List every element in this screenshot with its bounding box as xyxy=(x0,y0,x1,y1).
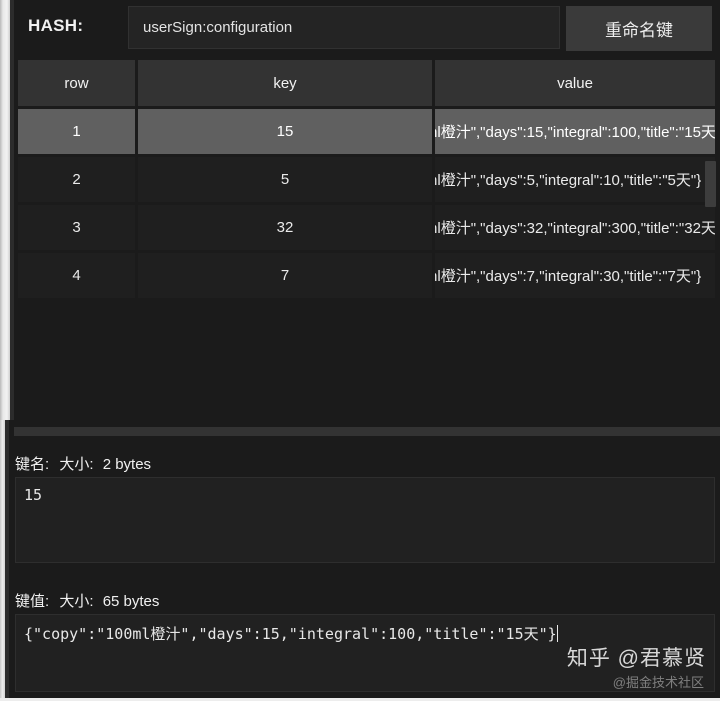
key-name-input[interactable]: userSign:configuration xyxy=(128,6,560,49)
table-header-row: row key value xyxy=(18,60,718,106)
value-column-vertical-scrollbar[interactable] xyxy=(705,161,716,207)
cell-row-number: 3 xyxy=(18,205,138,250)
hash-key-bar: HASH: userSign:configuration 重命名键 xyxy=(14,0,720,56)
cell-field-value-text: {"copy":"100ml橙汁","days":32,"integral":3… xyxy=(435,220,715,237)
cell-field-key: 32 xyxy=(138,205,435,250)
table-body: 115{"copy":"100ml橙汁","days":15,"integral… xyxy=(18,109,718,298)
cell-row-number: 1 xyxy=(18,109,138,154)
table-row[interactable]: 25{"copy":"100ml橙汁","days":5,"integral":… xyxy=(18,157,718,202)
cell-field-value-clip: {"copy":"100ml橙汁","days":5,"integral":10… xyxy=(435,157,715,202)
key-value-detail-label-text: 键值: xyxy=(15,593,50,610)
cell-field-value: {"copy":"100ml橙汁","days":32,"integral":3… xyxy=(435,205,715,250)
cell-field-value-text: {"copy":"100ml橙汁","days":15,"integral":1… xyxy=(435,124,715,141)
key-value-size-value: 65 bytes xyxy=(102,593,160,610)
table-row[interactable]: 332{"copy":"100ml橙汁","days":32,"integral… xyxy=(18,205,718,250)
table-row[interactable]: 115{"copy":"100ml橙汁","days":15,"integral… xyxy=(18,109,718,154)
cell-field-value-clip: {"copy":"100ml橙汁","days":7,"integral":30… xyxy=(435,253,715,298)
cell-field-key: 15 xyxy=(138,109,435,154)
text-caret xyxy=(556,625,558,642)
cell-field-value-clip: {"copy":"100ml橙汁","days":15,"integral":1… xyxy=(435,109,715,154)
key-name-input-value: userSign:configuration xyxy=(143,19,293,36)
key-name-size-value: 2 bytes xyxy=(102,456,152,473)
column-header-key[interactable]: key xyxy=(138,60,435,106)
key-value-editor-content: {"copy":"100ml橙汁","days":15,"integral":1… xyxy=(24,625,557,643)
hash-fields-table: row key value 115{"copy":"100ml橙汁","days… xyxy=(18,60,718,412)
cell-field-key: 7 xyxy=(138,253,435,298)
key-name-editor[interactable]: 15 xyxy=(15,477,715,563)
key-name-detail-label-text: 键名: xyxy=(15,456,50,473)
key-value-size-label: 大小: xyxy=(59,593,94,610)
horizontal-scrollbar-track[interactable] xyxy=(14,427,720,436)
key-value-editor[interactable]: {"copy":"100ml橙汁","days":15,"integral":1… xyxy=(15,614,715,692)
key-name-size-label: 大小: xyxy=(59,456,94,473)
cell-field-value: {"copy":"100ml橙汁","days":7,"integral":30… xyxy=(435,253,715,298)
rename-key-button[interactable]: 重命名键 xyxy=(566,6,712,51)
cell-row-number: 2 xyxy=(18,157,138,202)
cell-field-value-clip: {"copy":"100ml橙汁","days":32,"integral":3… xyxy=(435,205,715,250)
cell-field-key: 5 xyxy=(138,157,435,202)
cell-row-number: 4 xyxy=(18,253,138,298)
hash-type-label: HASH: xyxy=(28,16,84,35)
redis-client-window: HASH: userSign:configuration 重命名键 row ke… xyxy=(0,0,720,701)
key-value-editor-line: {"copy":"100ml橙汁","days":15,"integral":1… xyxy=(16,615,714,644)
cell-field-value-text: {"copy":"100ml橙汁","days":7,"integral":30… xyxy=(435,268,702,285)
cell-field-value: {"copy":"100ml橙汁","days":5,"integral":10… xyxy=(435,157,715,202)
key-value-detail-label: 键值: 大小: 65 bytes xyxy=(15,590,159,611)
column-header-row[interactable]: row xyxy=(18,60,138,106)
key-name-detail-label: 键名: 大小: 2 bytes xyxy=(15,453,151,474)
field-detail-pane: 键名: 大小: 2 bytes 15 键值: 大小: 65 bytes {"co… xyxy=(9,440,720,698)
table-row[interactable]: 47{"copy":"100ml橙汁","days":7,"integral":… xyxy=(18,253,718,298)
cell-field-value: {"copy":"100ml橙汁","days":15,"integral":1… xyxy=(435,109,715,154)
horizontal-splitter[interactable] xyxy=(14,427,720,436)
window-chrome-left-upper xyxy=(0,0,10,420)
key-name-editor-content: 15 xyxy=(24,486,43,504)
hash-browser-pane: HASH: userSign:configuration 重命名键 row ke… xyxy=(14,0,720,418)
column-header-value[interactable]: value xyxy=(435,60,715,106)
cell-field-value-text: {"copy":"100ml橙汁","days":5,"integral":10… xyxy=(435,172,702,189)
